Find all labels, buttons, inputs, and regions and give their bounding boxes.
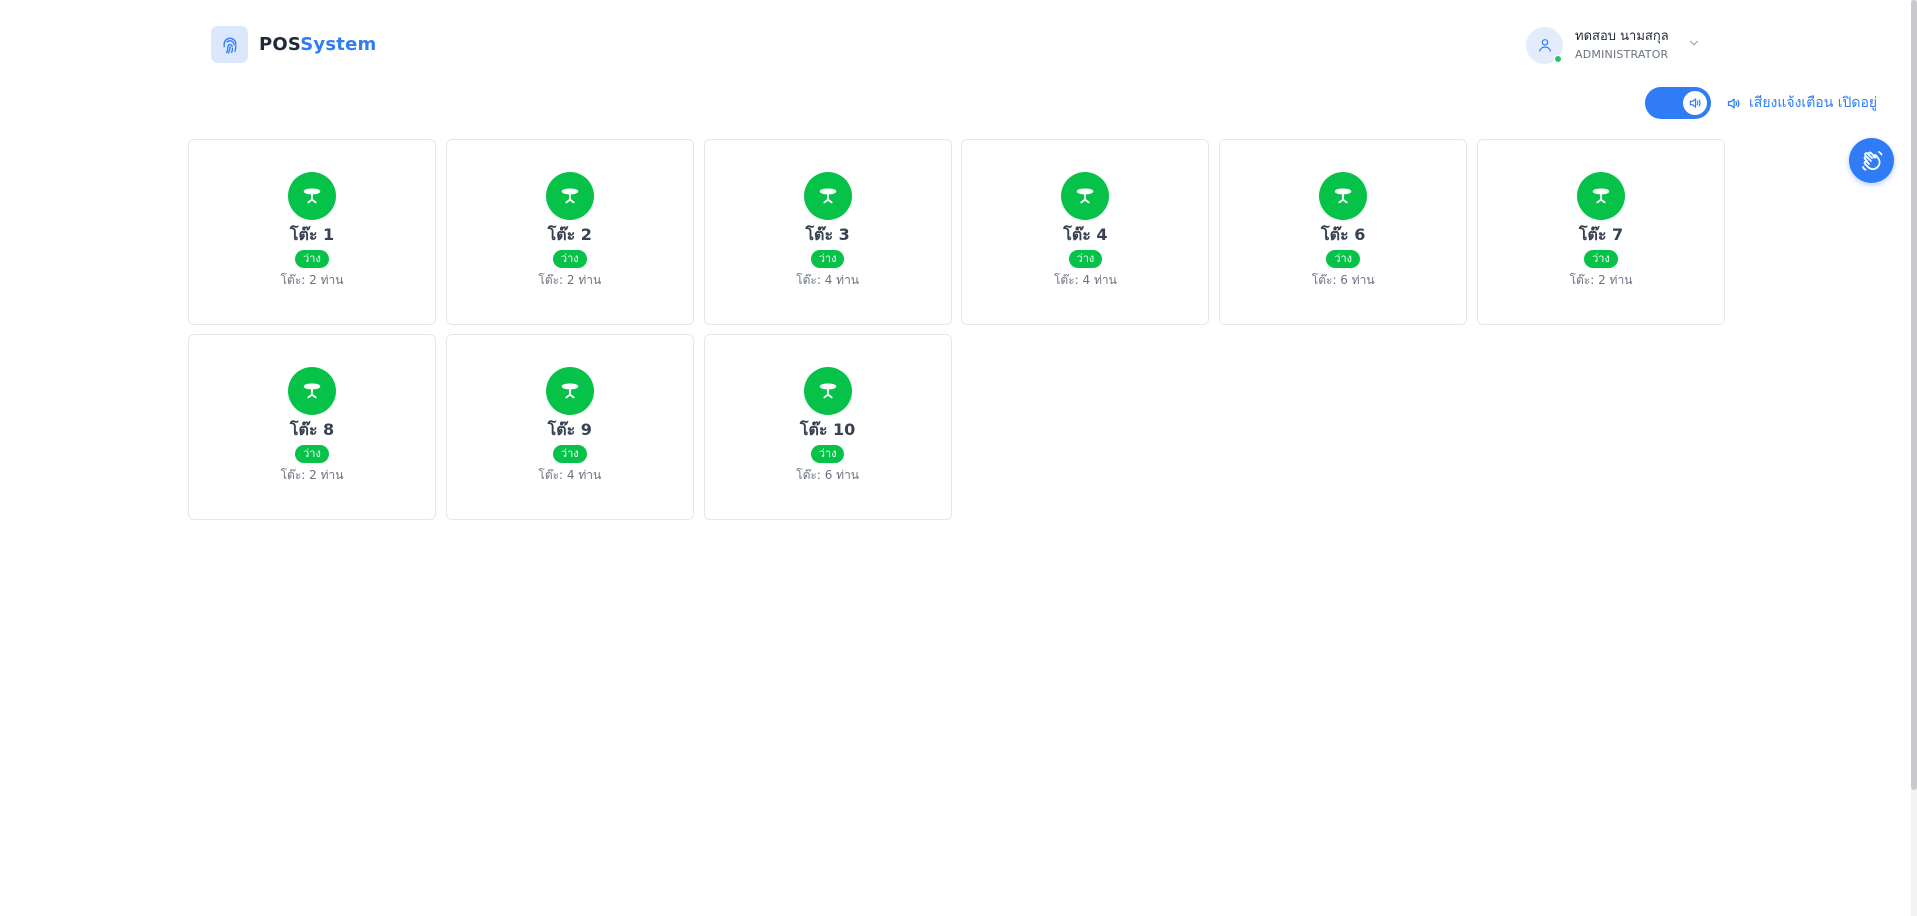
seat-capacity: โต๊ะ: 6 ท่าน (1311, 273, 1375, 287)
status-badge: ว่าง (810, 445, 845, 463)
table-name: โต๊ะ 1 (289, 225, 335, 244)
logo-text-system: System (300, 34, 377, 55)
speaker-icon (1683, 91, 1707, 115)
seat-capacity: โต๊ะ: 2 ท่าน (538, 273, 602, 287)
sound-toggle[interactable] (1645, 87, 1711, 119)
table-card[interactable]: โต๊ะ 3 ว่าง โต๊ะ: 4 ท่าน (703, 139, 952, 325)
table-card[interactable]: โต๊ะ 9 ว่าง โต๊ะ: 4 ท่าน (445, 334, 694, 520)
logo-text-pos: POS (259, 34, 301, 55)
seat-capacity: โต๊ะ: 2 ท่าน (280, 273, 344, 287)
table-icon (288, 172, 336, 220)
table-name: โต๊ะ 10 (799, 420, 856, 439)
seat-capacity: โต๊ะ: 4 ท่าน (1053, 273, 1117, 287)
speaker-icon (1727, 98, 1740, 108)
waving-hand-icon (1861, 150, 1882, 171)
table-icon (803, 367, 852, 415)
table-name: โต๊ะ 6 (1321, 225, 1366, 244)
table-icon (545, 367, 594, 415)
table-name: โต๊ะ 7 (1578, 225, 1624, 244)
table-icon (288, 367, 336, 415)
status-badge: ว่าง (1068, 250, 1103, 268)
call-staff-button[interactable] (1849, 138, 1894, 183)
table-grid: โต๊ะ 1 ว่าง โต๊ะ: 2 ท่าน โต๊ะ 2 ว่าง โต๊… (188, 139, 1725, 520)
status-badge: ว่าง (295, 250, 329, 268)
table-icon (545, 172, 594, 220)
status-badge: ว่าง (295, 445, 329, 463)
user-role: ADMINISTRATOR (1575, 47, 1669, 61)
fingerprint-icon[interactable] (211, 26, 248, 63)
sound-status-text: เสียงแจ้งเตือน เปิดอยู่ (1749, 95, 1878, 111)
status-badge: ว่าง (1584, 250, 1618, 268)
sound-notification-control: เสียงแจ้งเตือน เปิดอยู่ (1645, 87, 1877, 119)
online-status-dot (1554, 54, 1562, 63)
user-menu[interactable]: ทดสอบ นามสกุล ADMINISTRATOR (1526, 26, 1701, 64)
table-name: โต๊ะ 4 (1063, 225, 1108, 244)
scrollbar-thumb[interactable] (1911, 0, 1917, 790)
page-scrollbar[interactable] (1911, 0, 1917, 916)
table-icon (803, 172, 852, 220)
table-name: โต๊ะ 8 (289, 420, 335, 439)
status-badge: ว่าง (1326, 250, 1361, 268)
table-card[interactable]: โต๊ะ 2 ว่าง โต๊ะ: 2 ท่าน (445, 139, 694, 325)
table-icon (1576, 172, 1625, 220)
table-name: โต๊ะ 3 (805, 225, 850, 244)
table-card[interactable]: โต๊ะ 7 ว่าง โต๊ะ: 2 ท่าน (1476, 139, 1725, 325)
status-badge: ว่าง (810, 250, 845, 268)
top-header: POSSystem ทดสอบ นามสกุล ADMINISTRATOR เส… (0, 0, 1917, 119)
table-icon (1061, 172, 1110, 220)
user-name: ทดสอบ นามสกุล (1575, 28, 1669, 44)
avatar (1526, 26, 1563, 64)
table-name: โต๊ะ 9 (547, 420, 592, 439)
seat-capacity: โต๊ะ: 4 ท่าน (796, 273, 860, 287)
status-badge: ว่าง (552, 250, 587, 268)
table-card[interactable]: โต๊ะ 1 ว่าง โต๊ะ: 2 ท่าน (188, 139, 436, 325)
seat-capacity: โต๊ะ: 2 ท่าน (280, 468, 344, 482)
table-card[interactable]: โต๊ะ 8 ว่าง โต๊ะ: 2 ท่าน (188, 334, 436, 520)
status-badge: ว่าง (552, 445, 587, 463)
table-card[interactable]: โต๊ะ 10 ว่าง โต๊ะ: 6 ท่าน (703, 334, 952, 520)
seat-capacity: โต๊ะ: 6 ท่าน (796, 468, 860, 482)
seat-capacity: โต๊ะ: 2 ท่าน (1569, 273, 1633, 287)
table-card[interactable]: โต๊ะ 6 ว่าง โต๊ะ: 6 ท่าน (1219, 139, 1468, 325)
seat-capacity: โต๊ะ: 4 ท่าน (538, 468, 602, 482)
table-name: โต๊ะ 2 (547, 225, 592, 244)
app-logo[interactable]: POSSystem (259, 34, 376, 55)
table-icon (1319, 172, 1368, 220)
sound-status-label: เสียงแจ้งเตือน เปิดอยู่ (1726, 92, 1877, 114)
table-card[interactable]: โต๊ะ 4 ว่าง โต๊ะ: 4 ท่าน (961, 139, 1210, 325)
user-icon (1538, 39, 1551, 52)
chevron-down-icon[interactable] (1687, 36, 1701, 50)
